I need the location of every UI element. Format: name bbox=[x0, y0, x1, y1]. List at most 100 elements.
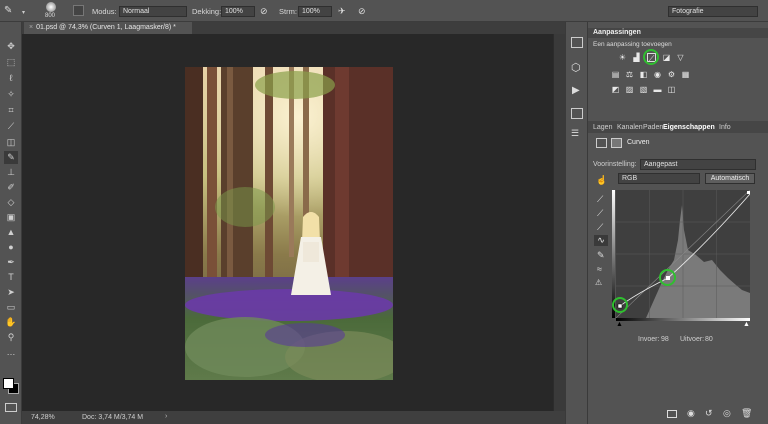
document-image[interactable] bbox=[185, 67, 393, 380]
opacity-field[interactable]: 100% bbox=[221, 6, 255, 17]
draw-curve-icon[interactable]: ✎ bbox=[597, 250, 605, 261]
highlight-circle bbox=[643, 49, 659, 65]
black-point-slider[interactable]: ▲ bbox=[616, 321, 623, 328]
healing-icon[interactable]: ◫ bbox=[4, 136, 18, 149]
eyedropper-icon[interactable]: ⟋ bbox=[4, 120, 18, 133]
levels-icon[interactable]: ▟ bbox=[632, 53, 641, 62]
curves-graph[interactable] bbox=[616, 190, 750, 318]
smooth-icon[interactable]: ≈ bbox=[597, 264, 602, 274]
sliders-icon[interactable]: ☰ bbox=[571, 128, 579, 139]
brush-panel-icon[interactable] bbox=[73, 5, 84, 16]
brush-preset-picker[interactable] bbox=[42, 2, 60, 12]
invert-icon[interactable]: ◩ bbox=[611, 85, 620, 94]
zoom-level[interactable]: 74,28% bbox=[31, 414, 55, 421]
document-title: 01.psd @ 74,3% (Curven 1, Laagmasker/8) … bbox=[36, 24, 176, 31]
highlight-circle bbox=[659, 269, 676, 286]
color-lookup-icon[interactable]: ▦ bbox=[681, 70, 690, 79]
posterize-icon[interactable]: ▨ bbox=[625, 85, 634, 94]
more-icon[interactable]: … bbox=[4, 346, 18, 359]
document-size: Doc: 3,74 M/3,74 M bbox=[82, 414, 144, 421]
brush-icon[interactable]: ✎ bbox=[4, 151, 18, 164]
airbrush-icon[interactable]: ✈ bbox=[338, 6, 346, 17]
options-bar: ✎ ▾ 800 Modus: Normaal Dekking: 100% ⊘ S… bbox=[0, 0, 768, 22]
gradient-map-icon[interactable]: ▬ bbox=[653, 85, 662, 94]
input-label: Invoer: bbox=[638, 336, 660, 343]
photo-filter-icon[interactable]: ◉ bbox=[653, 70, 662, 79]
clip-to-layer-icon[interactable] bbox=[667, 410, 677, 418]
preset-label: Voorinstelling: bbox=[593, 161, 637, 168]
mode-select[interactable]: Normaal bbox=[119, 6, 187, 17]
rectangle-icon[interactable]: ▭ bbox=[4, 301, 18, 314]
tab-channels[interactable]: Kanalen bbox=[617, 124, 643, 131]
flow-label: Strm: bbox=[279, 7, 297, 16]
selective-color-icon[interactable]: ◫ bbox=[667, 85, 676, 94]
3d-icon[interactable]: ⬡ bbox=[571, 62, 583, 74]
properties-title: Curven bbox=[627, 139, 650, 146]
channel-select[interactable]: RGB bbox=[618, 173, 700, 184]
chevron-down-icon[interactable]: ▾ bbox=[22, 9, 25, 16]
foreground-color-swatch[interactable] bbox=[3, 378, 14, 389]
tab-layers[interactable]: Lagen bbox=[593, 124, 612, 131]
dodge-icon[interactable]: ● bbox=[4, 241, 18, 254]
zoom-icon[interactable]: ⚲ bbox=[4, 331, 18, 344]
preset-select[interactable]: Aangepast bbox=[640, 159, 756, 170]
exposure-icon[interactable]: ◪ bbox=[662, 53, 671, 62]
pressure-size-icon[interactable]: ⊘ bbox=[358, 6, 366, 17]
quick-select-icon[interactable]: ✧ bbox=[4, 88, 18, 101]
hue-saturation-icon[interactable]: ▤ bbox=[611, 70, 620, 79]
white-point-slider[interactable]: ▲ bbox=[743, 321, 750, 328]
move-icon[interactable]: ✥ bbox=[4, 40, 18, 53]
adjustments-header: Aanpassingen bbox=[588, 28, 768, 38]
visibility-eye-icon[interactable]: ◎ bbox=[723, 408, 731, 419]
black-point-eyedropper-icon[interactable]: ⟋ bbox=[597, 194, 603, 205]
input-gradient-bar bbox=[616, 318, 750, 321]
path-select-icon[interactable]: ➤ bbox=[4, 286, 18, 299]
workspace-select[interactable]: Fotografie bbox=[668, 6, 758, 17]
vertical-scrollbar[interactable] bbox=[553, 34, 565, 411]
layer-mask-icon[interactable] bbox=[611, 138, 622, 148]
marquee-icon[interactable]: ⬚ bbox=[4, 56, 18, 69]
reset-icon[interactable]: ↺ bbox=[705, 408, 713, 419]
gray-point-eyedropper-icon[interactable]: ⟋ bbox=[597, 208, 603, 219]
target-adjust-icon[interactable]: ☝ bbox=[596, 175, 607, 186]
edit-points-icon[interactable]: ∿ bbox=[594, 235, 608, 246]
layers-icon[interactable] bbox=[571, 108, 583, 119]
black-white-icon[interactable]: ◧ bbox=[639, 70, 648, 79]
right-panel: Aanpassingen Een aanpassing toevoegen ☀ … bbox=[588, 22, 768, 424]
auto-button[interactable]: Automatisch bbox=[705, 173, 755, 184]
crop-icon[interactable]: ⌗ bbox=[4, 104, 18, 117]
brush-tool-icon[interactable]: ✎ bbox=[4, 5, 18, 17]
vibrance-icon[interactable]: ▽ bbox=[676, 53, 685, 62]
tab-info[interactable]: Info bbox=[719, 124, 731, 131]
play-icon[interactable]: ▶ bbox=[572, 85, 580, 96]
gradient-icon[interactable]: ▣ bbox=[4, 211, 18, 224]
close-icon[interactable]: × bbox=[29, 24, 33, 31]
history-brush-icon[interactable]: ✐ bbox=[4, 181, 18, 194]
pen-icon[interactable]: ✒ bbox=[4, 256, 18, 269]
clone-stamp-icon[interactable]: ⊥ bbox=[4, 166, 18, 179]
threshold-icon[interactable]: ▧ bbox=[639, 85, 648, 94]
blur-icon[interactable]: ▲ bbox=[4, 226, 18, 239]
input-value[interactable]: 98 bbox=[661, 336, 669, 343]
document-tab[interactable]: × 01.psd @ 74,3% (Curven 1, Laagmasker/8)… bbox=[24, 22, 192, 34]
brightness-icon[interactable]: ☀ bbox=[618, 53, 627, 62]
flow-field[interactable]: 100% bbox=[298, 6, 332, 17]
view-previous-state-icon[interactable]: ◉ bbox=[687, 408, 695, 419]
hand-icon[interactable]: ✋ bbox=[4, 316, 18, 329]
tab-paths[interactable]: Paden bbox=[643, 124, 663, 131]
pressure-opacity-icon[interactable]: ⊘ bbox=[260, 6, 268, 17]
color-balance-icon[interactable]: ⚖ bbox=[625, 70, 634, 79]
tab-properties[interactable]: Eigenschappen bbox=[663, 124, 715, 131]
clipping-warning-icon[interactable]: ⚠ bbox=[595, 278, 602, 287]
curves-adjustment-icon bbox=[596, 138, 607, 148]
adjustments-panel-icon[interactable] bbox=[571, 37, 583, 48]
white-point-eyedropper-icon[interactable]: ⟋ bbox=[597, 222, 603, 233]
lasso-icon[interactable]: ℓ bbox=[4, 72, 18, 85]
channel-mixer-icon[interactable]: ⚙ bbox=[667, 70, 676, 79]
trash-icon[interactable]: 🗑 bbox=[741, 408, 752, 419]
chevron-right-icon[interactable]: › bbox=[165, 413, 167, 420]
type-icon[interactable]: T bbox=[4, 271, 18, 284]
quick-mask-icon[interactable] bbox=[5, 403, 17, 412]
eraser-icon[interactable]: ◇ bbox=[4, 196, 18, 209]
output-value[interactable]: 80 bbox=[705, 336, 713, 343]
